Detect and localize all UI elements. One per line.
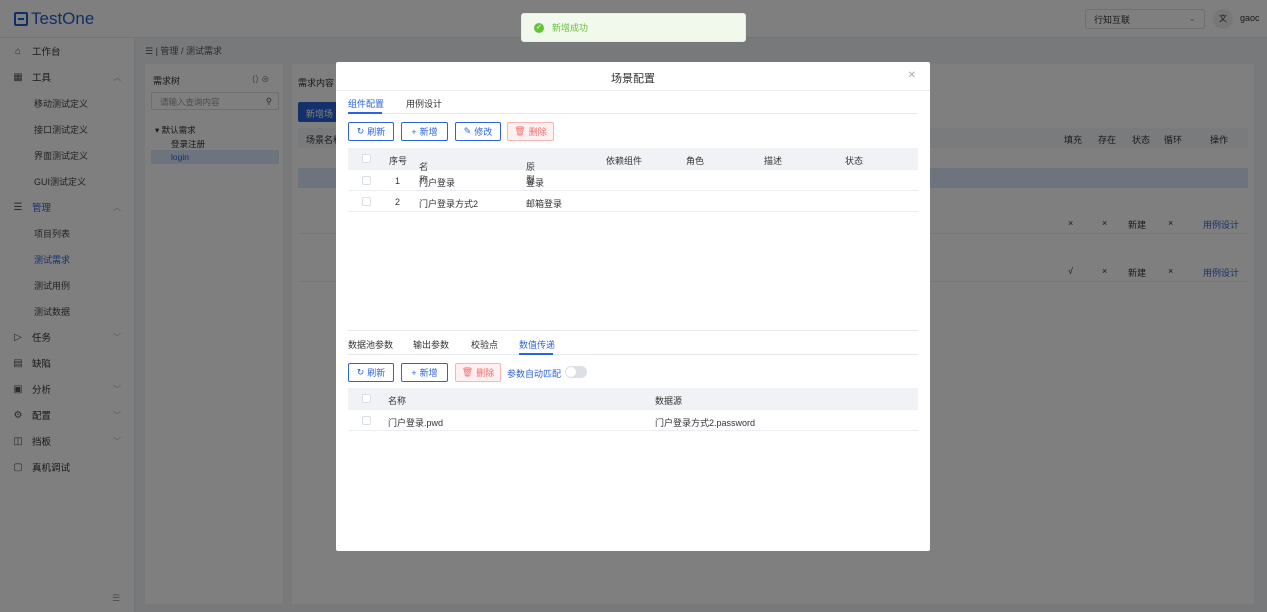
component-table-header: 序号 名称 ⇕ 原型 ⇕ 依赖组件 角色 描述 状态 bbox=[348, 148, 918, 185]
refresh-icon: ↻ bbox=[356, 367, 365, 377]
component-row[interactable]: 2 门户登录方式2 邮箱登录 bbox=[348, 191, 918, 212]
row-checkbox[interactable] bbox=[362, 416, 371, 425]
refresh-button[interactable]: ↻ 刷新 bbox=[348, 122, 394, 141]
success-toast: ✓ 新增成功 bbox=[521, 13, 746, 42]
col-description: 描述 bbox=[764, 156, 783, 166]
check-circle-icon: ✓ bbox=[534, 22, 544, 33]
toggle-knob bbox=[566, 367, 576, 377]
col-role: 角色 bbox=[686, 156, 705, 166]
col-index: 序号 bbox=[389, 156, 408, 166]
divider bbox=[348, 330, 918, 331]
cell-index: 2 bbox=[395, 197, 401, 207]
top-tabs: 组件配置 用例设计 bbox=[348, 92, 918, 114]
scene-config-modal: 场景配置 ✕ 组件配置 用例设计 ↻ 刷新 + 新增 ✎ 修改 🗑 删除 序号 名称 ⇕ … bbox=[336, 62, 930, 551]
col-source: 数据源 bbox=[655, 396, 683, 406]
cell-prototype: 邮箱登录 bbox=[526, 199, 563, 209]
edit-icon: ✎ bbox=[463, 126, 472, 136]
tab-component-config[interactable]: 组件配置 bbox=[348, 97, 384, 110]
trash-icon: 🗑 bbox=[461, 367, 474, 377]
tab-active-indicator bbox=[519, 353, 553, 355]
component-row[interactable]: 1 门户登录 登录 bbox=[348, 170, 918, 191]
add-button-label: 新增 bbox=[419, 368, 438, 378]
auto-match-toggle[interactable] bbox=[565, 366, 587, 378]
col-name: 名称 bbox=[388, 396, 407, 406]
close-icon[interactable]: ✕ bbox=[908, 70, 916, 81]
cell-name: 门户登录 bbox=[419, 178, 456, 188]
toast-message: 新增成功 bbox=[552, 23, 589, 33]
divider bbox=[336, 90, 930, 91]
tab-output-params[interactable]: 输出参数 bbox=[413, 338, 449, 351]
col-dependency: 依赖组件 bbox=[606, 156, 643, 166]
add-button-label: 新增 bbox=[419, 127, 438, 137]
refresh-icon: ↻ bbox=[356, 126, 365, 136]
edit-button-label: 修改 bbox=[474, 127, 493, 137]
tab-active-indicator bbox=[348, 112, 382, 114]
plus-icon: + bbox=[411, 126, 417, 137]
trash-icon: 🗑 bbox=[514, 126, 526, 136]
modal-title: 场景配置 bbox=[611, 73, 655, 85]
add-button[interactable]: + 新增 bbox=[401, 363, 448, 382]
plus-icon: + bbox=[411, 367, 417, 378]
add-button[interactable]: + 新增 bbox=[401, 122, 448, 141]
cell-index: 1 bbox=[395, 176, 401, 186]
delete-button-label: 删除 bbox=[476, 368, 495, 378]
bottom-tabs: 数据池参数 输出参数 校验点 数值传递 bbox=[348, 333, 918, 355]
cell-source: 门户登录方式2.password bbox=[655, 418, 756, 428]
select-all-checkbox[interactable] bbox=[362, 394, 371, 403]
refresh-button-label: 刷新 bbox=[367, 127, 386, 137]
refresh-button-label: 刷新 bbox=[367, 368, 386, 378]
cell-prototype: 登录 bbox=[526, 178, 545, 188]
row-checkbox[interactable] bbox=[362, 176, 371, 185]
tab-case-design[interactable]: 用例设计 bbox=[406, 97, 442, 110]
delete-button[interactable]: 🗑 删除 bbox=[507, 122, 554, 141]
edit-button[interactable]: ✎ 修改 bbox=[455, 122, 501, 141]
tab-checkpoints[interactable]: 校验点 bbox=[471, 338, 498, 351]
cell-name: 门户登录.pwd bbox=[388, 418, 444, 428]
col-status: 状态 bbox=[845, 156, 864, 166]
row-checkbox[interactable] bbox=[362, 197, 371, 206]
transfer-row[interactable]: 门户登录.pwd 门户登录方式2.password bbox=[348, 410, 918, 431]
select-all-checkbox[interactable] bbox=[362, 154, 371, 163]
delete-button[interactable]: 🗑 删除 bbox=[455, 363, 501, 382]
auto-match-label: 参数自动匹配 bbox=[507, 369, 562, 379]
transfer-table-header: 名称 数据源 bbox=[348, 388, 918, 410]
tab-value-transfer[interactable]: 数值传递 bbox=[519, 338, 555, 351]
refresh-button[interactable]: ↻ 刷新 bbox=[348, 363, 394, 382]
tab-data-pool-params[interactable]: 数据池参数 bbox=[348, 338, 393, 351]
cell-name: 门户登录方式2 bbox=[419, 199, 479, 209]
delete-button-label: 删除 bbox=[528, 127, 547, 137]
